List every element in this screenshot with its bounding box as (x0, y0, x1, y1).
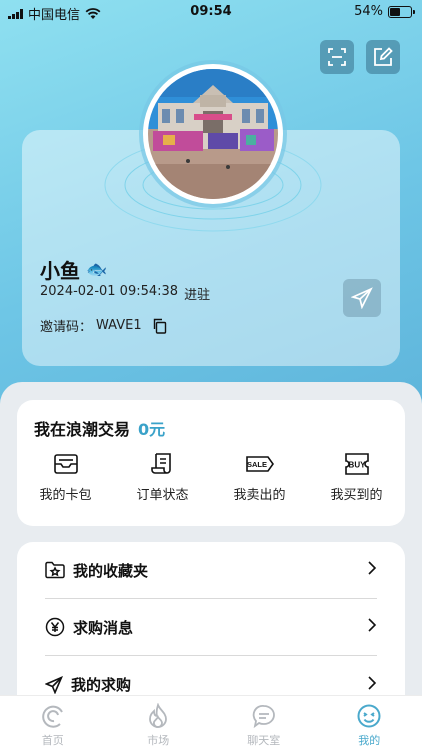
tab-market[interactable]: 市场 (106, 696, 212, 750)
buy-badge: BUY (348, 461, 366, 470)
tab-label: 聊天室 (247, 734, 281, 747)
paper-plane-icon (351, 287, 373, 309)
trade-title-text: 我在浪潮交易 (34, 420, 131, 439)
smiley-profile-icon (357, 704, 381, 728)
menu-item-favorites[interactable]: 我的收藏夹 (45, 542, 377, 599)
edit-profile-button[interactable] (366, 40, 400, 74)
menu-item-label: 求购消息 (73, 618, 134, 637)
chat-bubble-icon (252, 705, 275, 729)
menu-item-label: 我的求购 (71, 676, 132, 694)
chevron-right-icon (367, 561, 377, 579)
avatar-image (148, 69, 278, 199)
trade-title: 我在浪潮交易 0元 (34, 416, 165, 440)
menu-item-label: 我的收藏夹 (73, 561, 149, 580)
tab-label: 我的 (358, 734, 381, 747)
trade-item-label: 我卖出的 (233, 488, 286, 503)
join-suffix: 进驻 (184, 288, 211, 303)
tab-mine[interactable]: 我的 (317, 696, 422, 750)
trade-items: 我的卡包 订单状态 SALE 我卖出的 BUY 我买到的 (17, 452, 405, 503)
sale-badge: SALE (246, 460, 266, 469)
yen-circle-icon (45, 617, 65, 637)
join-date: 2024-02-01 09:54:38 (40, 284, 179, 299)
send-arrow-icon (45, 675, 63, 694)
favorites-folder-icon (45, 561, 65, 579)
status-right: 54% (354, 4, 415, 19)
trade-item-label: 我的卡包 (39, 488, 92, 503)
tab-bar: 首页 市场 聊天室 我的 (0, 695, 422, 750)
chevron-right-icon (367, 675, 377, 694)
avatar[interactable] (143, 64, 283, 204)
copy-icon[interactable] (152, 318, 168, 334)
trade-item-label: 我买到的 (330, 488, 383, 503)
menu-item-purchase-messages[interactable]: 求购消息 (45, 599, 377, 656)
share-button[interactable] (343, 279, 381, 317)
scan-icon (328, 48, 346, 66)
status-bar: 中国电信 09:54 54% (0, 0, 422, 24)
trade-item-card-wallet[interactable]: 我的卡包 (17, 452, 114, 503)
invite-label: 邀请码： (40, 320, 93, 335)
sale-tag-icon: SALE (245, 456, 274, 472)
invite-code: WAVE1 (96, 318, 142, 333)
chevron-right-icon (367, 618, 377, 636)
trade-item-sold[interactable]: SALE 我卖出的 (211, 452, 308, 503)
trade-item-bought[interactable]: BUY 我买到的 (308, 452, 405, 503)
battery-percent: 54% (354, 4, 383, 19)
tab-label: 首页 (41, 734, 64, 747)
trade-card: 我在浪潮交易 0元 我的卡包 订单状态 SALE 我卖出的 BUY 我买到的 (17, 400, 405, 526)
join-info: 2024-02-01 09:54:38 进驻 (40, 284, 210, 303)
menu-card: 我的收藏夹 求购消息 我的求购 (17, 542, 405, 712)
flame-icon (149, 703, 168, 728)
trade-item-orders[interactable]: 订单状态 (114, 452, 211, 503)
wave-home-icon (41, 705, 63, 728)
invite-row: 邀请码： WAVE1 (40, 316, 168, 335)
username: 小鱼 (40, 259, 80, 283)
username-row: 小鱼 🐟 (40, 255, 107, 284)
buy-ticket-icon: BUY (344, 453, 369, 475)
trade-item-label: 订单状态 (136, 488, 189, 503)
trade-amount: 0元 (138, 420, 166, 439)
receipt-icon (150, 453, 171, 474)
tab-home[interactable]: 首页 (0, 696, 106, 750)
scan-button[interactable] (320, 40, 354, 74)
tab-label: 市场 (147, 734, 170, 747)
fish-emoji-icon: 🐟 (86, 259, 108, 280)
tab-chatroom[interactable]: 聊天室 (211, 696, 317, 750)
battery-icon (388, 5, 415, 18)
card-wallet-icon (53, 454, 78, 474)
edit-icon (374, 47, 393, 66)
